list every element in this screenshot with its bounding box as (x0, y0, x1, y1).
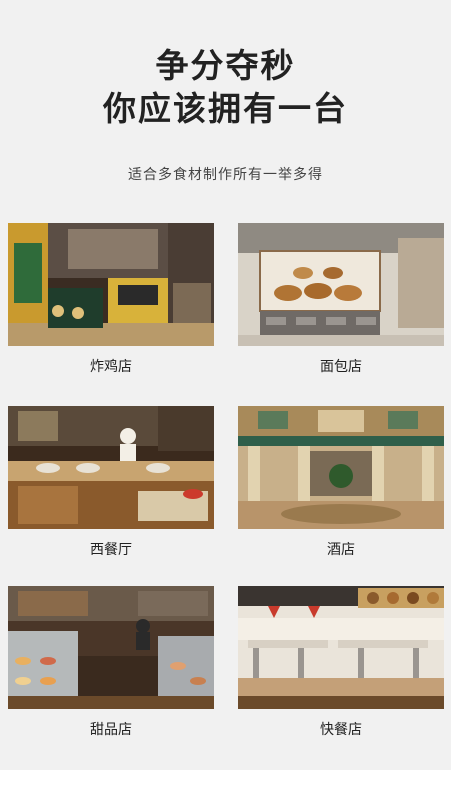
venue-card-hotel: 酒店 (238, 406, 444, 559)
venue-label: 西餐厅 (90, 542, 132, 558)
headline-line-2: 你应该拥有一台 (103, 89, 348, 128)
subtitle: 适合多食材制作所有一举多得 (128, 167, 323, 183)
fast-food-restaurant-photo (238, 586, 444, 709)
venue-card-bakery: 面包店 (238, 223, 444, 376)
fried-chicken-shop-photo (8, 223, 214, 346)
venue-label: 快餐店 (320, 722, 362, 738)
venue-label: 炸鸡店 (90, 359, 132, 375)
venue-card-fried-chicken: 炸鸡店 (8, 223, 214, 376)
western-restaurant-buffet-photo (8, 406, 214, 529)
venue-card-fast-food: 快餐店 (238, 586, 444, 739)
page: 争分夺秒 你应该拥有一台 适合多食材制作所有一举多得 炸鸡店 面包店 西餐厅 酒… (0, 0, 451, 800)
venue-label: 酒店 (327, 542, 355, 558)
venue-label: 面包店 (320, 359, 362, 375)
bakery-display-photo (238, 223, 444, 346)
headline-line-1: 争分夺秒 (155, 46, 296, 85)
dessert-shop-counter-photo (8, 586, 214, 709)
venue-label: 甜品店 (90, 722, 132, 738)
hotel-lobby-photo (238, 406, 444, 529)
content-panel: 争分夺秒 你应该拥有一台 适合多食材制作所有一举多得 炸鸡店 面包店 西餐厅 酒… (0, 0, 451, 770)
venue-card-dessert-shop: 甜品店 (8, 586, 214, 739)
venue-card-western-restaurant: 西餐厅 (8, 406, 214, 559)
